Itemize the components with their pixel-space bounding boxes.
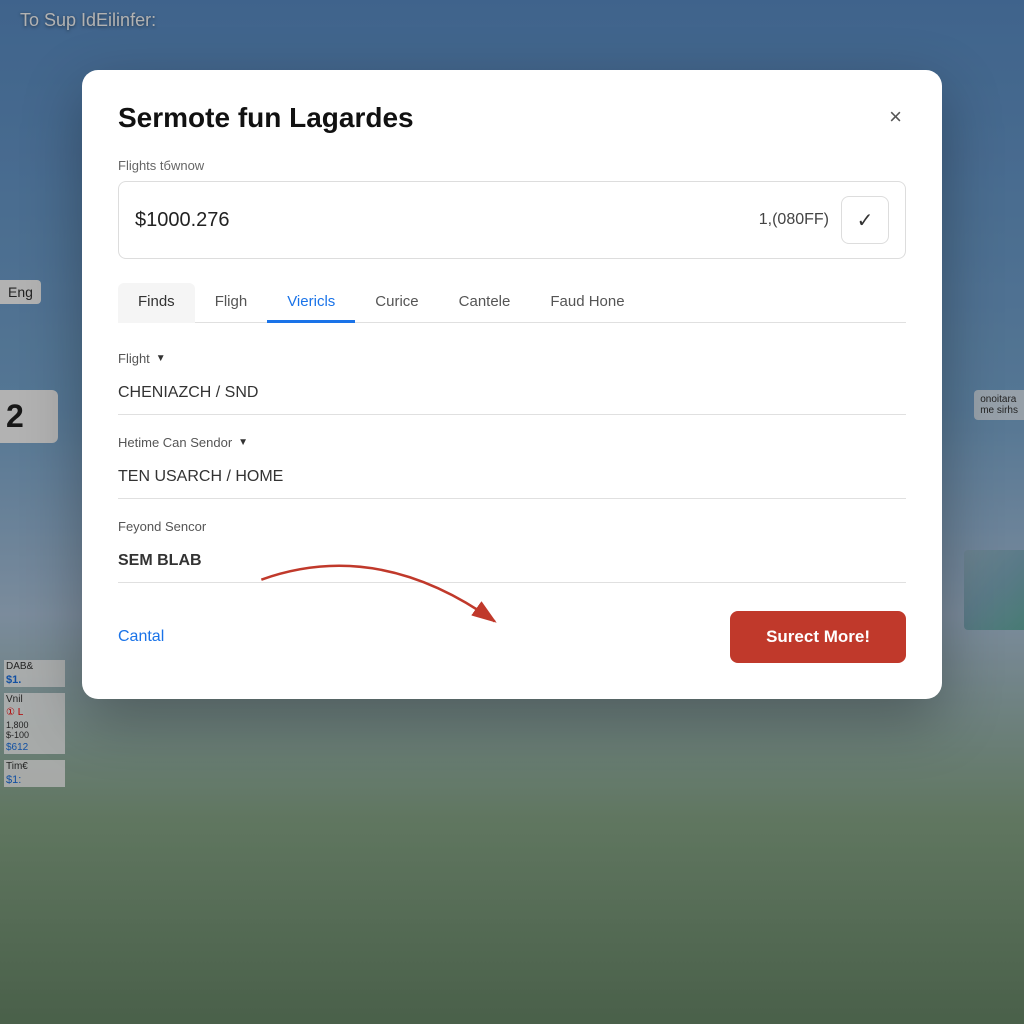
tabs-container: Finds Fligh Viericls Curice Cantele Faud… bbox=[118, 283, 906, 323]
price-label: Flights tбwnow bbox=[118, 158, 906, 173]
price-section: Flights tбwnow $1000.276 1,(080FF) ✓ bbox=[118, 158, 906, 259]
modal-footer: Cantal Surect More! bbox=[118, 611, 906, 663]
price-row: $1000.276 1,(080FF) ✓ bbox=[118, 181, 906, 259]
hetime-field-label: Hetime Can Sendor ▼ bbox=[118, 435, 906, 450]
tab-viericls[interactable]: Viericls bbox=[267, 283, 355, 323]
feyond-field-value: SEM BLAB bbox=[118, 542, 906, 583]
modal: Sermote fun Lagardes × Flights tбwnow $1… bbox=[82, 70, 942, 699]
modal-title: Sermote fun Lagardes bbox=[118, 102, 414, 134]
hetime-field-value: TEN USARCH / HOME bbox=[118, 458, 906, 499]
cancel-button[interactable]: Cantal bbox=[118, 628, 164, 646]
tab-curice[interactable]: Curice bbox=[355, 283, 438, 323]
close-button[interactable]: × bbox=[885, 102, 906, 132]
tab-finds[interactable]: Finds bbox=[118, 283, 195, 323]
hetime-field-section: Hetime Can Sendor ▼ TEN USARCH / HOME bbox=[118, 435, 906, 499]
feyond-field-section: Feyond Sencor SEM BLAB bbox=[118, 519, 906, 583]
flight-field-label: Flight ▼ bbox=[118, 351, 906, 366]
flight-dropdown-arrow[interactable]: ▼ bbox=[156, 353, 166, 364]
check-button[interactable]: ✓ bbox=[841, 196, 889, 244]
price-secondary: 1,(080FF) bbox=[759, 211, 829, 229]
tab-fligh[interactable]: Fligh bbox=[195, 283, 268, 323]
flight-field-value: CHENIAZCH / SND bbox=[118, 374, 906, 415]
tab-faud-hone[interactable]: Faud Hone bbox=[530, 283, 644, 323]
hetime-dropdown-arrow[interactable]: ▼ bbox=[238, 437, 248, 448]
feyond-field-label: Feyond Sencor bbox=[118, 519, 906, 534]
modal-header: Sermote fun Lagardes × bbox=[118, 102, 906, 134]
modal-backdrop: Sermote fun Lagardes × Flights tбwnow $1… bbox=[0, 0, 1024, 1024]
tab-cantele[interactable]: Cantele bbox=[439, 283, 531, 323]
flight-field-section: Flight ▼ CHENIAZCH / SND bbox=[118, 351, 906, 415]
price-value: $1000.276 bbox=[135, 209, 747, 232]
submit-button[interactable]: Surect More! bbox=[730, 611, 906, 663]
